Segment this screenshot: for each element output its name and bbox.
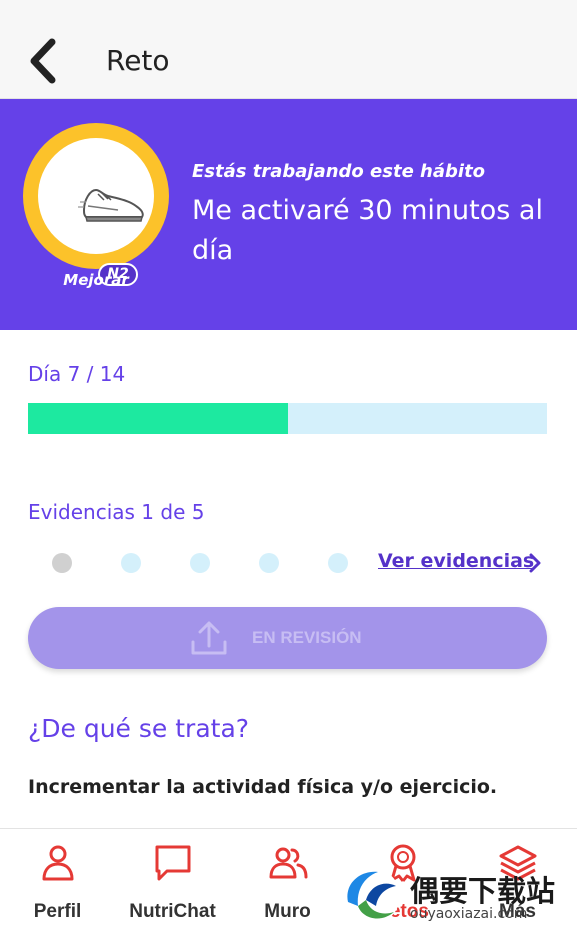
in-review-button[interactable]: EN REVISIÓN — [28, 607, 547, 669]
about-text: Incrementar la actividad física y/o ejer… — [28, 776, 498, 798]
view-evidence-link[interactable]: Ver evidencias — [378, 550, 534, 572]
upload-icon — [191, 621, 227, 655]
nav-item-nutrichat[interactable]: NutriChat — [115, 829, 230, 929]
nav-item-muro[interactable]: Muro — [230, 829, 345, 929]
habit-badge: N2 — [23, 123, 169, 286]
evidence-dot — [52, 553, 72, 573]
evidence-dot — [121, 553, 141, 573]
nav-label-nutrichat: NutriChat — [129, 901, 216, 922]
page-title: Reto — [106, 44, 170, 77]
back-button[interactable] — [24, 38, 64, 84]
nav-label-muro: Muro — [264, 901, 311, 922]
about-title: ¿De qué se trata? — [28, 714, 250, 743]
day-progress-fill — [28, 403, 288, 434]
level-label: Mejorar — [63, 271, 129, 289]
chat-bubble-icon — [155, 845, 191, 881]
watermark-logo-icon — [344, 868, 400, 924]
evidence-dot — [259, 553, 279, 573]
in-review-label: EN REVISIÓN — [252, 628, 362, 647]
top-bar: Reto — [0, 0, 577, 99]
habit-hero: N2 Mejorar Estás trabajando este hábito … — [0, 99, 577, 330]
day-progress-bar — [28, 403, 547, 434]
chevron-left-icon — [30, 38, 56, 84]
sneaker-icon — [78, 188, 144, 222]
nav-item-perfil[interactable]: Perfil — [0, 829, 115, 929]
hero-kicker: Estás trabajando este hábito — [192, 161, 486, 182]
habit-title: Me activaré 30 minutos al día — [192, 195, 543, 266]
watermark-url: ouyaoxiazai.com — [410, 906, 528, 922]
evidence-dot — [190, 553, 210, 573]
watermark: 偶要下载站 ouyaoxiazai.com — [336, 862, 577, 929]
evidence-dot — [328, 553, 348, 573]
nav-label-perfil: Perfil — [33, 901, 82, 922]
evidence-label: Evidencias 1 de 5 — [28, 500, 205, 524]
day-progress-label: Día 7 / 14 — [28, 362, 126, 386]
people-icon — [269, 847, 308, 879]
chevron-right-icon[interactable] — [527, 553, 543, 573]
watermark-text: 偶要下载站 — [410, 874, 556, 908]
person-icon — [42, 845, 74, 881]
